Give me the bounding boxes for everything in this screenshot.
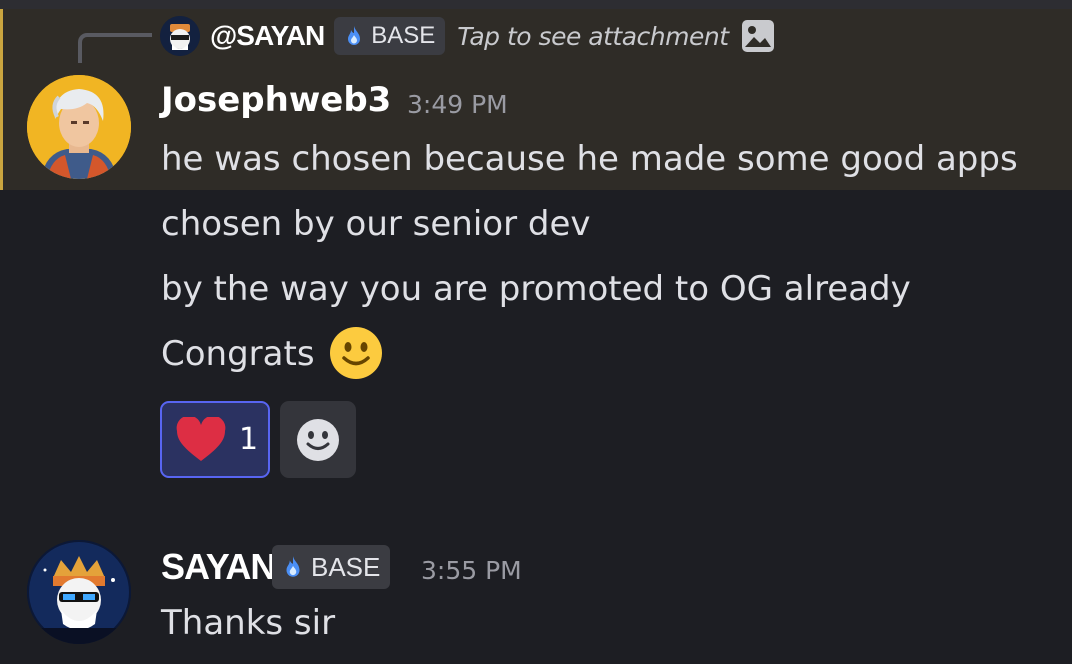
message-timestamp[interactable]: 3:49 PM (407, 90, 508, 119)
add-reaction-icon (297, 418, 339, 461)
message-line: chosen by our senior dev (161, 204, 591, 244)
avatar[interactable] (27, 540, 131, 644)
message-line: he was chosen because he made some good … (161, 139, 1018, 179)
reply-badge[interactable]: BASE (334, 17, 446, 55)
avatar[interactable] (27, 75, 131, 179)
top-edge (0, 0, 1072, 9)
flame-icon (348, 26, 361, 45)
slightly-smiling-face-icon (330, 327, 382, 379)
reply-preview[interactable]: @SAYAN BASE Tap to see attachment (160, 14, 775, 58)
image-icon (741, 20, 774, 52)
message-author[interactable]: SAYAN (161, 546, 276, 588)
message-line: Congrats (161, 334, 315, 374)
reaction-count: 1 (239, 422, 259, 457)
message-line: Thanks sir (161, 603, 336, 643)
reply-preview-text[interactable]: Tap to see attachment (457, 22, 729, 51)
message-timestamp[interactable]: 3:55 PM (421, 556, 522, 585)
message-author[interactable]: Josephweb3 (161, 80, 391, 120)
add-reaction-button[interactable] (280, 401, 356, 478)
reply-avatar[interactable] (160, 16, 200, 56)
message-line: by the way you are promoted to OG alread… (161, 269, 911, 309)
mention-highlight-bar (0, 9, 3, 190)
heart-icon (176, 416, 226, 461)
reply-connector-line (78, 33, 152, 63)
reaction-heart-button[interactable]: 1 (160, 401, 270, 478)
author-badge[interactable]: BASE (272, 545, 391, 589)
author-badge-label: BASE (311, 551, 381, 582)
reply-badge-label: BASE (371, 22, 436, 49)
reply-author[interactable]: @SAYAN (210, 20, 325, 52)
flame-icon (286, 556, 300, 577)
